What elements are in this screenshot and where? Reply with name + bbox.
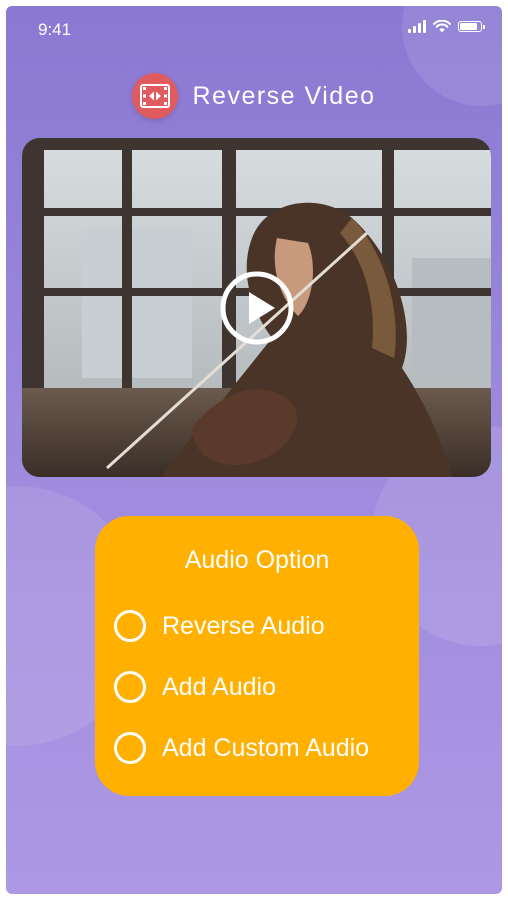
video-player[interactable]: [22, 138, 491, 477]
option-add-audio[interactable]: Add Audio: [114, 671, 276, 703]
app-title: Reverse Video: [192, 81, 376, 110]
signal-icon: [408, 20, 426, 33]
app-screen: 9:41 Reverse Video Audio Option Reverse …: [6, 6, 502, 894]
option-add-custom-audio[interactable]: Add Custom Audio: [114, 732, 369, 764]
audio-option-card: Audio Option Reverse Audio Add Audio Add…: [95, 516, 419, 796]
radio-button[interactable]: [114, 610, 146, 642]
wifi-icon: [433, 20, 451, 33]
option-label: Reverse Audio: [162, 611, 325, 640]
status-icons: [408, 20, 485, 33]
option-label: Add Audio: [162, 672, 276, 701]
app-header: Reverse Video: [6, 73, 502, 119]
status-bar: 9:41: [6, 6, 502, 50]
status-time: 9:41: [38, 20, 72, 39]
battery-icon: [458, 21, 485, 32]
film-reverse-icon: [132, 73, 179, 119]
option-reverse-audio[interactable]: Reverse Audio: [114, 610, 325, 642]
radio-button[interactable]: [114, 732, 146, 764]
radio-button[interactable]: [114, 671, 146, 703]
play-icon[interactable]: [219, 270, 295, 346]
audio-option-title: Audio Option: [184, 546, 330, 574]
option-label: Add Custom Audio: [162, 733, 370, 762]
